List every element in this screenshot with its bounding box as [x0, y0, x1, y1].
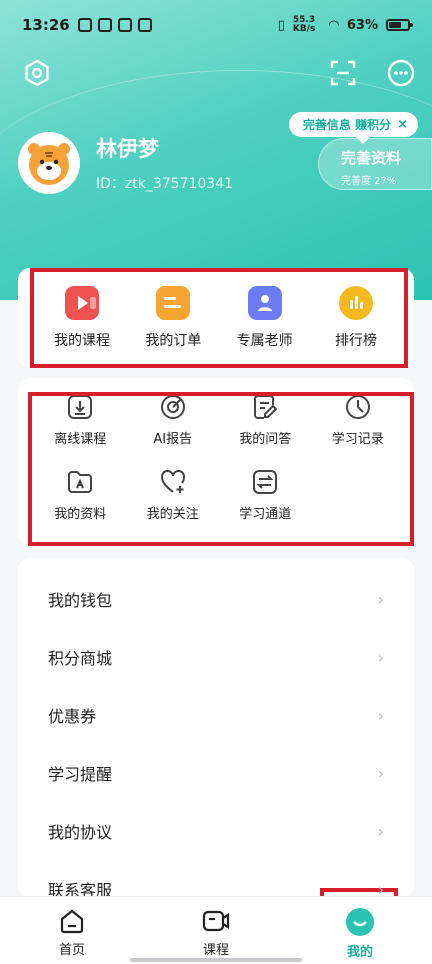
chevron-right-icon: ›	[377, 763, 384, 783]
menu-item-label: 学习提醒	[48, 765, 113, 784]
tab-courses[interactable]: 课程	[144, 897, 288, 964]
menu-item-agreements[interactable]: 我的协议 ›	[18, 802, 414, 860]
menu-item-label: 优惠券	[48, 707, 97, 726]
highlight-box-primary	[30, 268, 408, 368]
wifi-icon: ◠	[328, 17, 339, 33]
tab-home[interactable]: 首页	[0, 897, 144, 964]
menu-item-study-reminder[interactable]: 学习提醒 ›	[18, 744, 414, 802]
status-app-icon	[97, 18, 112, 32]
menu-item-label: 积分商城	[48, 649, 113, 668]
settings-icon[interactable]	[22, 58, 52, 88]
completion-percent: 完善度 27%	[341, 176, 397, 187]
menu-item-wallet[interactable]: 我的钱包 ›	[18, 570, 414, 628]
avatar[interactable]	[18, 132, 80, 194]
menu-item-label: 我的钱包	[48, 591, 113, 610]
home-indicator[interactable]	[130, 958, 302, 962]
chevron-right-icon: ›	[377, 821, 384, 841]
menu-list: 我的钱包 › 积分商城 › 优惠券 › 学习提醒 › 我的协议 › 联系客服 ›	[18, 570, 414, 918]
status-app-icon	[117, 18, 132, 32]
menu-item-points-mall[interactable]: 积分商城 ›	[18, 628, 414, 686]
scan-icon[interactable]	[328, 58, 358, 88]
tab-label: 我的	[346, 945, 373, 960]
profile-smile-icon	[346, 908, 374, 936]
tip-text: 完善信息 赚积分	[302, 118, 392, 132]
vibrate-icon: ▯	[277, 17, 285, 33]
tab-mine[interactable]: 我的	[288, 897, 432, 964]
profile-id: ID：ztk_375710341	[96, 176, 234, 192]
tab-label: 首页	[58, 943, 85, 958]
status-app-icon	[77, 18, 92, 32]
battery-percent: 63%	[346, 17, 378, 33]
network-speed: 55.3 KB/s	[292, 15, 316, 34]
profile-section[interactable]: 林伊梦 ID：ztk_375710341	[18, 132, 233, 194]
course-video-icon	[202, 910, 230, 932]
chevron-right-icon: ›	[377, 589, 384, 609]
battery-icon	[386, 19, 413, 31]
menu-item-label: 我的协议	[48, 823, 113, 842]
menu-item-coupons[interactable]: 优惠券 ›	[18, 686, 414, 744]
status-bar: 13:26 ▯ 55.3 KB/s ◠ 63%	[0, 0, 432, 50]
highlight-box-secondary	[28, 392, 414, 546]
close-icon[interactable]: ×	[397, 117, 408, 132]
status-app-icons	[77, 18, 152, 32]
bottom-tab-bar: 首页 课程 我的	[0, 896, 432, 964]
complete-profile-button[interactable]: 完善资料 完善度 27%	[318, 138, 432, 190]
chevron-right-icon: ›	[377, 705, 384, 725]
complete-profile-title: 完善资料	[341, 149, 402, 167]
more-message-icon[interactable]	[386, 58, 416, 88]
complete-info-tip[interactable]: 完善信息 赚积分 ×	[288, 112, 418, 137]
status-time: 13:26	[22, 16, 70, 34]
profile-name: 林伊梦	[96, 137, 159, 161]
home-icon	[60, 909, 84, 934]
chevron-right-icon: ›	[377, 647, 384, 667]
status-app-icon	[137, 18, 152, 32]
tab-label: 课程	[202, 943, 229, 958]
